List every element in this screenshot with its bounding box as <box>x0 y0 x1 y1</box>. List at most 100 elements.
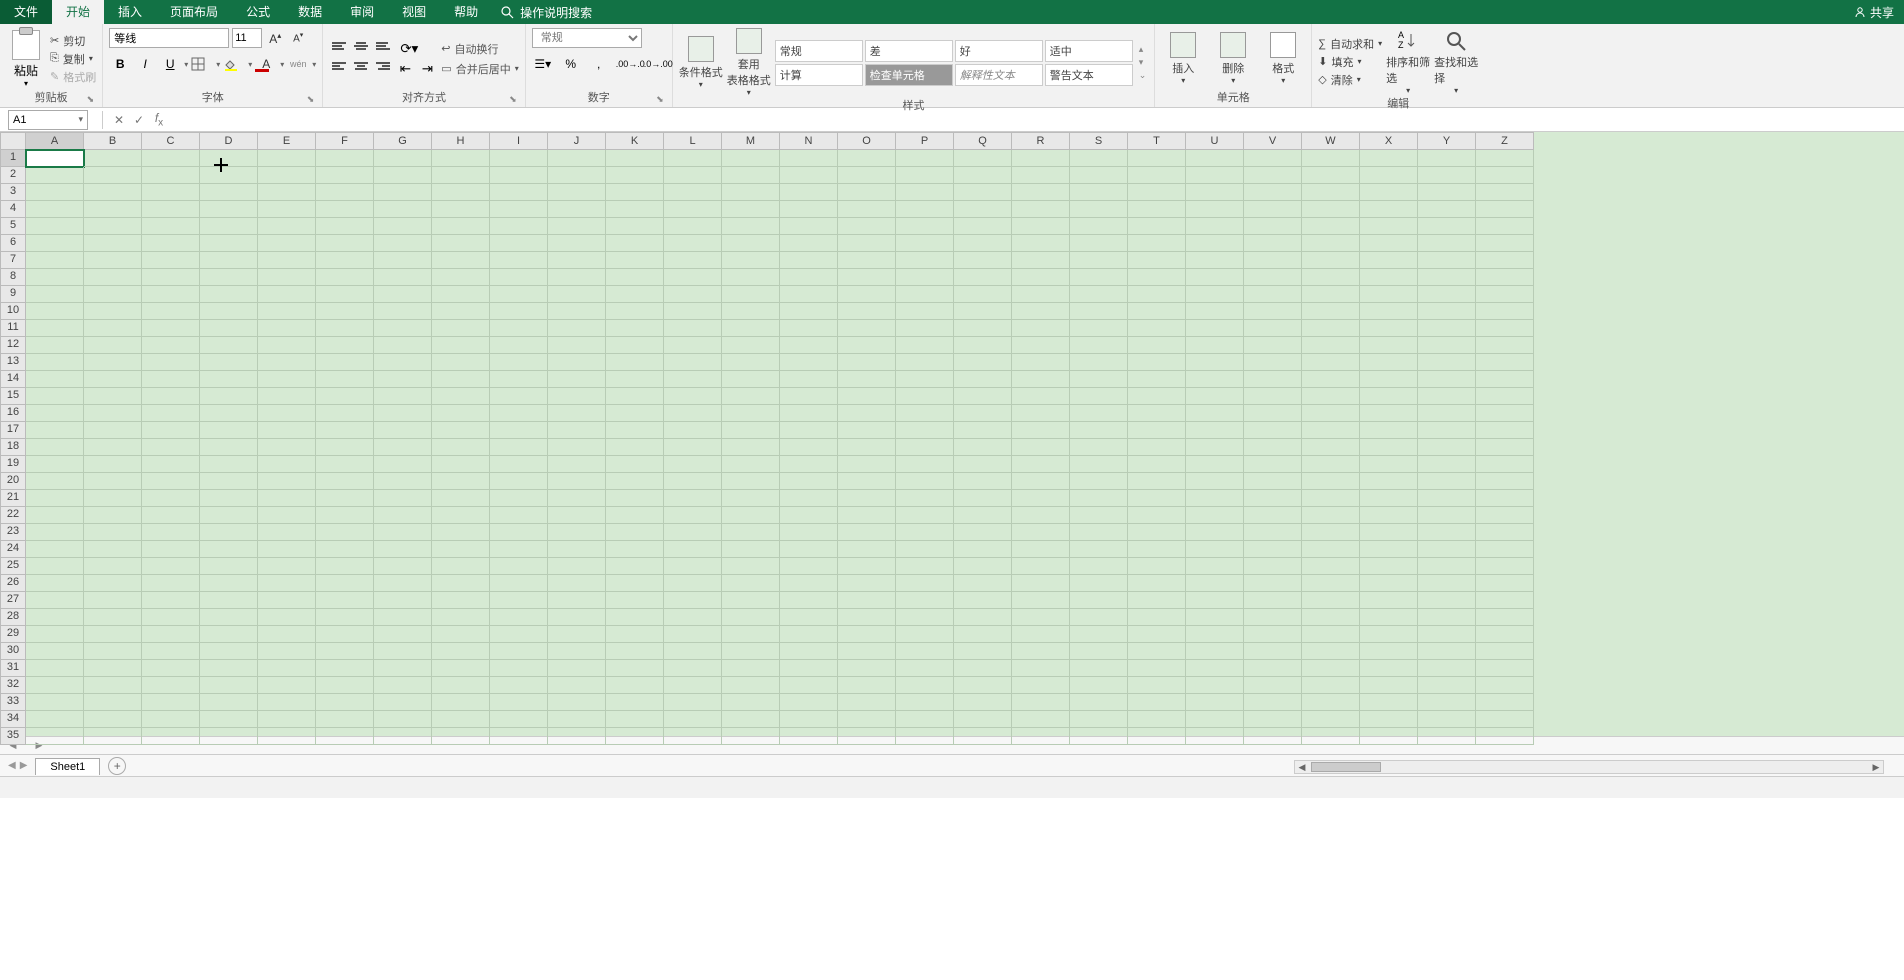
cell[interactable] <box>722 694 780 711</box>
cell[interactable] <box>780 167 838 184</box>
row-header[interactable]: 8 <box>0 269 26 286</box>
cell[interactable] <box>838 405 896 422</box>
cell[interactable] <box>1128 524 1186 541</box>
cell[interactable] <box>606 643 664 660</box>
cell[interactable] <box>374 252 432 269</box>
cell[interactable] <box>432 711 490 728</box>
cell[interactable] <box>722 320 780 337</box>
cell[interactable] <box>954 507 1012 524</box>
cell[interactable] <box>1476 388 1534 405</box>
wrap-text-button[interactable]: ↩自动换行 <box>441 41 518 57</box>
column-header[interactable]: L <box>664 132 722 150</box>
cell[interactable] <box>1476 439 1534 456</box>
cell[interactable] <box>432 592 490 609</box>
decrease-decimal-button[interactable]: .0→.00 <box>644 54 666 74</box>
cell[interactable] <box>374 728 432 745</box>
cell[interactable] <box>838 626 896 643</box>
cell[interactable] <box>1012 201 1070 218</box>
cell[interactable] <box>432 728 490 745</box>
cell[interactable] <box>1186 490 1244 507</box>
cell[interactable] <box>316 694 374 711</box>
column-header[interactable]: R <box>1012 132 1070 150</box>
cell[interactable] <box>142 405 200 422</box>
cell[interactable] <box>142 592 200 609</box>
cell[interactable] <box>200 558 258 575</box>
row-header[interactable]: 29 <box>0 626 26 643</box>
font-launcher-icon[interactable]: ⬊ <box>307 94 315 105</box>
cell[interactable] <box>316 354 374 371</box>
cell[interactable] <box>1360 728 1418 745</box>
cell[interactable] <box>200 728 258 745</box>
cell[interactable] <box>606 711 664 728</box>
cell[interactable] <box>84 320 142 337</box>
cell[interactable] <box>26 694 84 711</box>
cell[interactable] <box>1302 252 1360 269</box>
cell[interactable] <box>258 439 316 456</box>
cell[interactable] <box>1302 371 1360 388</box>
cell[interactable] <box>722 711 780 728</box>
cell[interactable] <box>1418 150 1476 167</box>
cell[interactable] <box>838 354 896 371</box>
cell[interactable] <box>1128 660 1186 677</box>
cell[interactable] <box>142 184 200 201</box>
cell[interactable] <box>1360 490 1418 507</box>
fill-color-button[interactable] <box>223 54 245 74</box>
cell[interactable] <box>316 337 374 354</box>
cell[interactable] <box>1418 269 1476 286</box>
align-left-button[interactable] <box>329 61 349 77</box>
cell[interactable] <box>200 201 258 218</box>
cell[interactable] <box>664 235 722 252</box>
cell[interactable] <box>1186 507 1244 524</box>
cell[interactable] <box>1360 473 1418 490</box>
cell[interactable] <box>258 252 316 269</box>
cell[interactable] <box>606 218 664 235</box>
cell[interactable] <box>84 252 142 269</box>
cell[interactable] <box>490 490 548 507</box>
cell[interactable] <box>1012 337 1070 354</box>
number-launcher-icon[interactable]: ⬊ <box>656 94 664 105</box>
cell[interactable] <box>780 490 838 507</box>
cell[interactable] <box>838 371 896 388</box>
cell[interactable] <box>722 507 780 524</box>
cell[interactable] <box>1302 677 1360 694</box>
cell[interactable] <box>316 422 374 439</box>
style-bad[interactable]: 差 <box>865 40 953 62</box>
cell[interactable] <box>548 473 606 490</box>
cell[interactable] <box>1360 320 1418 337</box>
cell[interactable] <box>142 490 200 507</box>
cell[interactable] <box>664 626 722 643</box>
cell[interactable] <box>1244 558 1302 575</box>
cell[interactable] <box>1070 490 1128 507</box>
cell[interactable] <box>432 337 490 354</box>
cell[interactable] <box>1476 337 1534 354</box>
cell[interactable] <box>200 439 258 456</box>
style-check[interactable]: 检查单元格 <box>865 64 953 86</box>
cell[interactable] <box>664 320 722 337</box>
cell[interactable] <box>780 575 838 592</box>
cell[interactable] <box>548 235 606 252</box>
row-header[interactable]: 7 <box>0 252 26 269</box>
cell[interactable] <box>1476 184 1534 201</box>
cell[interactable] <box>954 252 1012 269</box>
cell[interactable] <box>664 371 722 388</box>
cell[interactable] <box>1360 677 1418 694</box>
cell[interactable] <box>258 201 316 218</box>
cell[interactable] <box>1128 167 1186 184</box>
cell[interactable] <box>374 575 432 592</box>
cell[interactable] <box>1128 728 1186 745</box>
cell[interactable] <box>896 592 954 609</box>
cell[interactable] <box>780 388 838 405</box>
cell[interactable] <box>374 609 432 626</box>
cell[interactable] <box>432 354 490 371</box>
cell[interactable] <box>142 711 200 728</box>
cell[interactable] <box>954 235 1012 252</box>
cell[interactable] <box>1128 643 1186 660</box>
cell[interactable] <box>1476 252 1534 269</box>
row-header[interactable]: 25 <box>0 558 26 575</box>
cell[interactable] <box>1302 575 1360 592</box>
cell[interactable] <box>664 303 722 320</box>
cell[interactable] <box>490 626 548 643</box>
cell[interactable] <box>490 677 548 694</box>
cell[interactable] <box>1302 694 1360 711</box>
cell[interactable] <box>1244 269 1302 286</box>
